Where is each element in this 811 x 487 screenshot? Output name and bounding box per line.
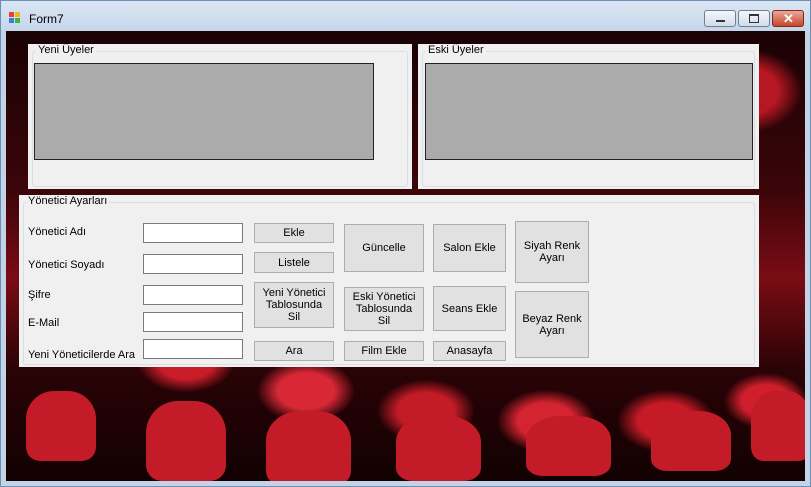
close-button[interactable]: ✕ xyxy=(772,10,804,27)
password-input[interactable] xyxy=(143,285,243,305)
seat-shape xyxy=(651,411,731,471)
add-film-button[interactable]: Film Ekle xyxy=(344,341,424,361)
close-icon: ✕ xyxy=(783,11,794,26)
white-color-button[interactable]: Beyaz Renk Ayarı xyxy=(515,291,589,358)
new-members-title: Yeni Üyeler xyxy=(36,44,96,56)
app-icon xyxy=(9,12,21,24)
seat-shape xyxy=(266,411,351,481)
admin-settings-group: Yönetici Ayarları Yönetici Adı Yönetici … xyxy=(19,195,759,367)
add-session-button[interactable]: Seans Ekle xyxy=(433,286,506,331)
search-input[interactable] xyxy=(143,339,243,359)
old-members-group: Eski Üyeler xyxy=(418,44,759,189)
minimize-button[interactable] xyxy=(704,10,736,27)
delete-old-admin-table-button[interactable]: Eski Yönetici Tablosunda Sil xyxy=(344,287,424,331)
list-button[interactable]: Listele xyxy=(254,252,334,273)
search-button[interactable]: Ara xyxy=(254,341,334,361)
minimize-icon xyxy=(716,20,725,22)
seat-shape xyxy=(396,416,481,481)
seat-shape xyxy=(751,391,805,461)
add-hall-button[interactable]: Salon Ekle xyxy=(433,224,506,272)
admin-settings-title: Yönetici Ayarları xyxy=(26,195,110,207)
cinema-background: Yeni Üyeler Eski Üyeler Yönetici Ayarlar… xyxy=(6,31,805,481)
maximize-icon xyxy=(749,14,759,23)
update-button[interactable]: Güncelle xyxy=(344,224,424,272)
window-title: Form7 xyxy=(29,12,64,26)
new-members-list[interactable] xyxy=(34,63,374,160)
home-button[interactable]: Anasayfa xyxy=(433,341,506,361)
admin-surname-input[interactable] xyxy=(143,254,243,274)
form7-window: Form7 ✕ Yeni Üyeler Eski Üyeler Yönetici… xyxy=(0,0,811,487)
seat-shape xyxy=(526,416,611,476)
email-input[interactable] xyxy=(143,312,243,332)
new-members-group: Yeni Üyeler xyxy=(28,44,412,189)
black-color-button[interactable]: Siyah Renk Ayarı xyxy=(515,221,589,283)
admin-name-input[interactable] xyxy=(143,223,243,243)
seat-shape xyxy=(26,391,96,461)
admin-name-label: Yönetici Adı xyxy=(28,226,87,238)
title-bar[interactable]: Form7 ✕ xyxy=(1,1,810,31)
old-members-list[interactable] xyxy=(425,63,753,160)
old-members-title: Eski Üyeler xyxy=(426,44,486,56)
delete-new-admin-table-button[interactable]: Yeni Yönetici Tablosunda Sil xyxy=(254,282,334,328)
search-new-admins-label: Yeni Yöneticilerde Ara xyxy=(28,349,136,361)
add-button[interactable]: Ekle xyxy=(254,223,334,243)
maximize-button[interactable] xyxy=(738,10,770,27)
admin-surname-label: Yönetici Soyadı xyxy=(28,259,105,271)
password-label: Şifre xyxy=(28,289,51,301)
seat-shape xyxy=(146,401,226,481)
email-label: E-Mail xyxy=(28,317,60,329)
